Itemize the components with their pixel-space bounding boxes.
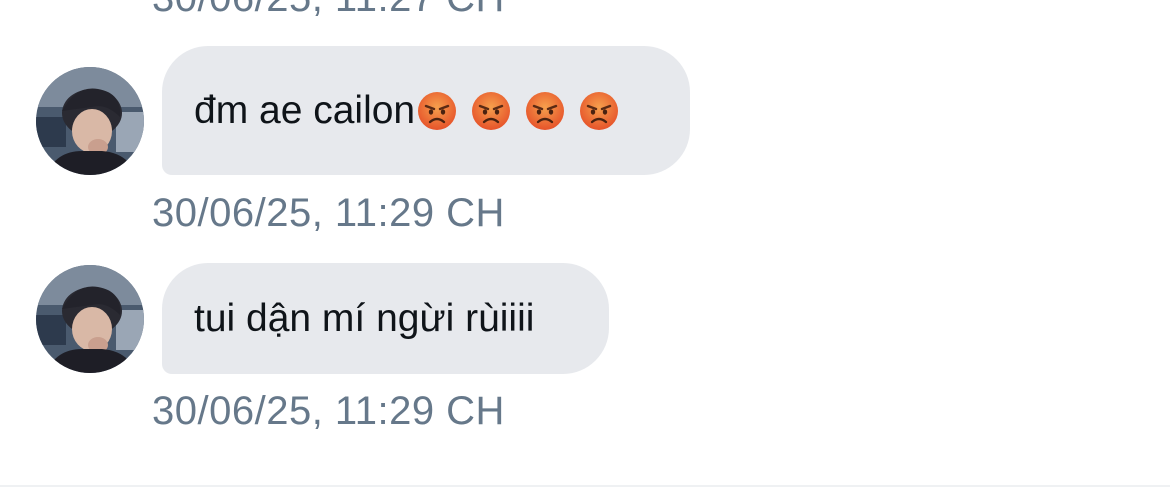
message-timestamp: 30/06/25, 11:27 CH <box>152 0 505 18</box>
pouting-face-icon <box>418 91 457 130</box>
avatar[interactable] <box>36 67 144 175</box>
message-bubble[interactable]: tui dận mí ngừi rùiiii <box>162 263 609 374</box>
chat-thread: 30/06/25, 11:27 CH đm ae cailon 30/06/25… <box>0 0 1170 503</box>
avatar-image <box>36 265 144 373</box>
message-timestamp: 30/06/25, 11:29 CH <box>152 389 505 433</box>
avatar[interactable] <box>36 265 144 373</box>
avatar-image <box>36 67 144 175</box>
message-timestamp: 30/06/25, 11:29 CH <box>152 191 505 235</box>
message-text: đm ae cailon <box>194 88 416 132</box>
divider <box>0 485 1170 487</box>
pouting-face-icon <box>526 91 565 130</box>
pouting-face-icon <box>472 91 511 130</box>
pouting-face-icon <box>580 91 619 130</box>
message-text: tui dận mí ngừi rùiiii <box>194 296 535 340</box>
message-bubble[interactable]: đm ae cailon <box>162 46 690 175</box>
